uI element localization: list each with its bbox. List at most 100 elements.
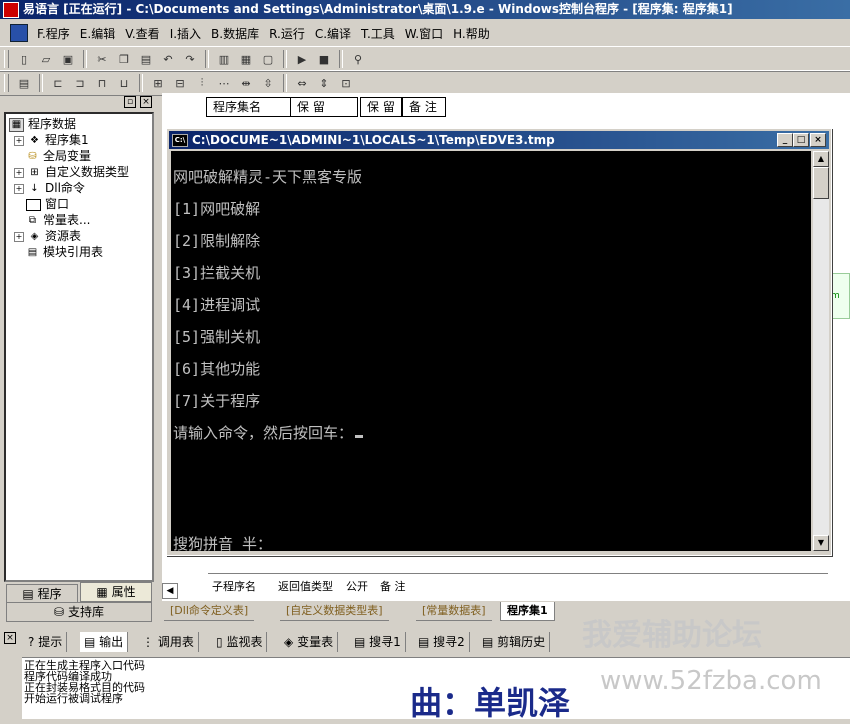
editor-scroll-left-icon[interactable]: ◀ <box>162 583 178 599</box>
align-top-icon[interactable]: ⊓ <box>93 74 111 92</box>
layout-window-icon[interactable]: ▢ <box>259 50 277 68</box>
console-scrollbar[interactable]: ▲ ▼ <box>813 151 829 551</box>
close-output-icon[interactable]: × <box>4 632 16 644</box>
hint-icon: ? <box>28 635 35 649</box>
run-icon[interactable]: ▶ <box>293 50 311 68</box>
sub-header-row: 子程序名 返回值类型 公开 备 注 <box>208 573 828 598</box>
cut-icon[interactable]: ✂ <box>93 50 111 68</box>
menu-database[interactable]: B.数据库 <box>206 25 264 42</box>
new-file-icon[interactable]: ▯ <box>15 50 33 68</box>
maximize-button[interactable]: □ <box>793 133 809 147</box>
file-tab-custom-types[interactable]: [自定义数据类型表] <box>280 602 389 621</box>
file-tab-assembly[interactable]: 程序集1 <box>500 602 555 621</box>
same-width-icon[interactable]: ⊞ <box>149 74 167 92</box>
tree-item-modules[interactable]: ▤ 模块引用表 <box>26 244 103 260</box>
tree-item-window[interactable]: 窗口 <box>26 196 69 212</box>
expand-icon[interactable]: + <box>14 167 24 178</box>
console-window[interactable]: C:\ C:\DOCUME~1\ADMINI~1\LOCALS~1\Temp\ED… <box>166 128 832 556</box>
tab-clip-history[interactable]: ▤ 剪辑历史 <box>478 632 551 652</box>
console-icon: C:\ <box>172 134 188 147</box>
menu-edit[interactable]: E.编辑 <box>75 25 120 42</box>
same-height-icon[interactable]: ⊟ <box>171 74 189 92</box>
minimize-button[interactable]: _ <box>777 133 793 147</box>
layout-split-icon[interactable]: ▦ <box>237 50 255 68</box>
close-panel-icon[interactable]: × <box>140 96 152 108</box>
tree-item-resources[interactable]: + ◈ 资源表 <box>14 228 81 244</box>
console-option-1: [1]网吧破解 <box>173 200 261 218</box>
save-icon[interactable]: ▣ <box>59 50 77 68</box>
tab-variables[interactable]: ◈ 变量表 <box>280 632 339 652</box>
stop-icon[interactable]: ■ <box>315 50 333 68</box>
menu-tools[interactable]: T.工具 <box>356 25 400 42</box>
menu-run[interactable]: R.运行 <box>264 25 310 42</box>
tree-item-dll[interactable]: + ↓ Dll命令 <box>14 180 85 196</box>
editor-header-name: 程序集名 <box>206 97 294 117</box>
console-output[interactable]: 网吧破解精灵-天下黑客专版 [1]网吧破解 [2]限制解除 [3]拦截关机 [4… <box>171 151 811 553</box>
menu-help[interactable]: H.帮助 <box>448 25 495 42</box>
menu-insert[interactable]: I.插入 <box>165 25 206 42</box>
toolbar-grip[interactable] <box>4 50 9 68</box>
console-prompt-line: 请输入命令，然后按回车： <box>173 422 364 443</box>
tab-search-1[interactable]: ▤ 搜寻1 <box>350 632 406 652</box>
project-tree[interactable]: ▦ 程序数据 + ❖ 程序集1 ⛁ 全局变量 + ⊞ 自定义数据类型 + ↓ Dll命令 窗口 … <box>4 112 154 582</box>
tab-support-library[interactable]: ⛁ 支持库 <box>6 602 152 622</box>
grid-icon[interactable]: ⊡ <box>337 74 355 92</box>
editor-header-reserved-1: 保 留 <box>290 97 358 117</box>
tab-hint[interactable]: ? 提示 <box>24 632 68 652</box>
scroll-thumb[interactable] <box>813 167 829 199</box>
space-v-icon[interactable]: ⋯ <box>215 74 233 92</box>
align-bottom-icon[interactable]: ⊔ <box>115 74 133 92</box>
align-center-icon[interactable]: ⊐ <box>71 74 89 92</box>
tree-item-global-vars[interactable]: ⛁ 全局变量 <box>26 148 91 164</box>
site-watermark: www.52fzba.com <box>600 666 822 696</box>
song-credit: 曲：单凯泽 <box>410 684 571 722</box>
tree-item-assembly[interactable]: + ❖ 程序集1 <box>14 132 89 148</box>
distribute-h-icon[interactable]: ⇹ <box>237 74 255 92</box>
expand-icon[interactable]: + <box>14 135 24 146</box>
tab-search-2[interactable]: ▤ 搜寻2 <box>414 632 470 652</box>
tab-watch[interactable]: ▯ 监视表 <box>212 632 268 652</box>
tab-program[interactable]: ▤ 程序 <box>6 584 78 604</box>
close-button[interactable]: × <box>810 133 826 147</box>
align-left-icon[interactable]: ⊏ <box>49 74 67 92</box>
form-icon[interactable]: ▤ <box>15 74 33 92</box>
tree-item-constants[interactable]: ⧉ 常量表... <box>26 212 91 228</box>
console-option-5: [5]强制关机 <box>173 328 261 346</box>
find-icon[interactable]: ⚲ <box>349 50 367 68</box>
menu-view[interactable]: V.查看 <box>120 25 164 42</box>
layout-panel-icon[interactable]: ▥ <box>215 50 233 68</box>
window-icon <box>26 198 41 211</box>
paste-icon[interactable]: ▤ <box>137 50 155 68</box>
tree-root[interactable]: ▦ 程序数据 <box>9 116 76 132</box>
tab-call-stack[interactable]: ⋮ 调用表 <box>138 632 199 652</box>
menu-program[interactable]: F.程序 <box>32 25 75 42</box>
center-v-icon[interactable]: ⇕ <box>315 74 333 92</box>
file-tab-dll[interactable]: [Dll命令定义表] <box>164 602 255 621</box>
expand-icon[interactable]: + <box>14 231 24 242</box>
menu-compile[interactable]: C.编译 <box>310 25 356 42</box>
file-tab-constants[interactable]: [常量数据表] <box>416 602 492 621</box>
tab-properties[interactable]: ▦ 属性 <box>80 582 152 602</box>
open-folder-icon[interactable]: ▱ <box>37 50 55 68</box>
menu-logo-icon <box>10 24 28 42</box>
console-option-4: [4]进程调试 <box>173 296 261 314</box>
toolbar-grip-2[interactable] <box>4 74 9 92</box>
pin-icon[interactable]: ▫ <box>124 96 136 108</box>
tab-output[interactable]: ▤ 输出 <box>80 632 129 652</box>
variables-icon: ◈ <box>284 635 294 649</box>
undo-icon[interactable]: ↶ <box>159 50 177 68</box>
tree-item-custom-types[interactable]: + ⊞ 自定义数据类型 <box>14 164 129 180</box>
expand-icon[interactable]: + <box>14 183 24 194</box>
sub-header-name: 子程序名 <box>212 580 256 593</box>
space-h-icon[interactable]: ⫶ <box>193 74 211 92</box>
redo-icon[interactable]: ↷ <box>181 50 199 68</box>
console-prompt: 请输入命令，然后按回车： <box>173 424 354 442</box>
scroll-up-icon[interactable]: ▲ <box>813 151 829 167</box>
distribute-v-icon[interactable]: ⇳ <box>259 74 277 92</box>
center-h-icon[interactable]: ⇔ <box>293 74 311 92</box>
menu-window[interactable]: W.窗口 <box>400 25 448 42</box>
scroll-down-icon[interactable]: ▼ <box>813 535 829 551</box>
copy-icon[interactable]: ❐ <box>115 50 133 68</box>
console-option-6: [6]其他功能 <box>173 360 261 378</box>
ime-status: 搜狗拼音 半： <box>173 535 273 553</box>
